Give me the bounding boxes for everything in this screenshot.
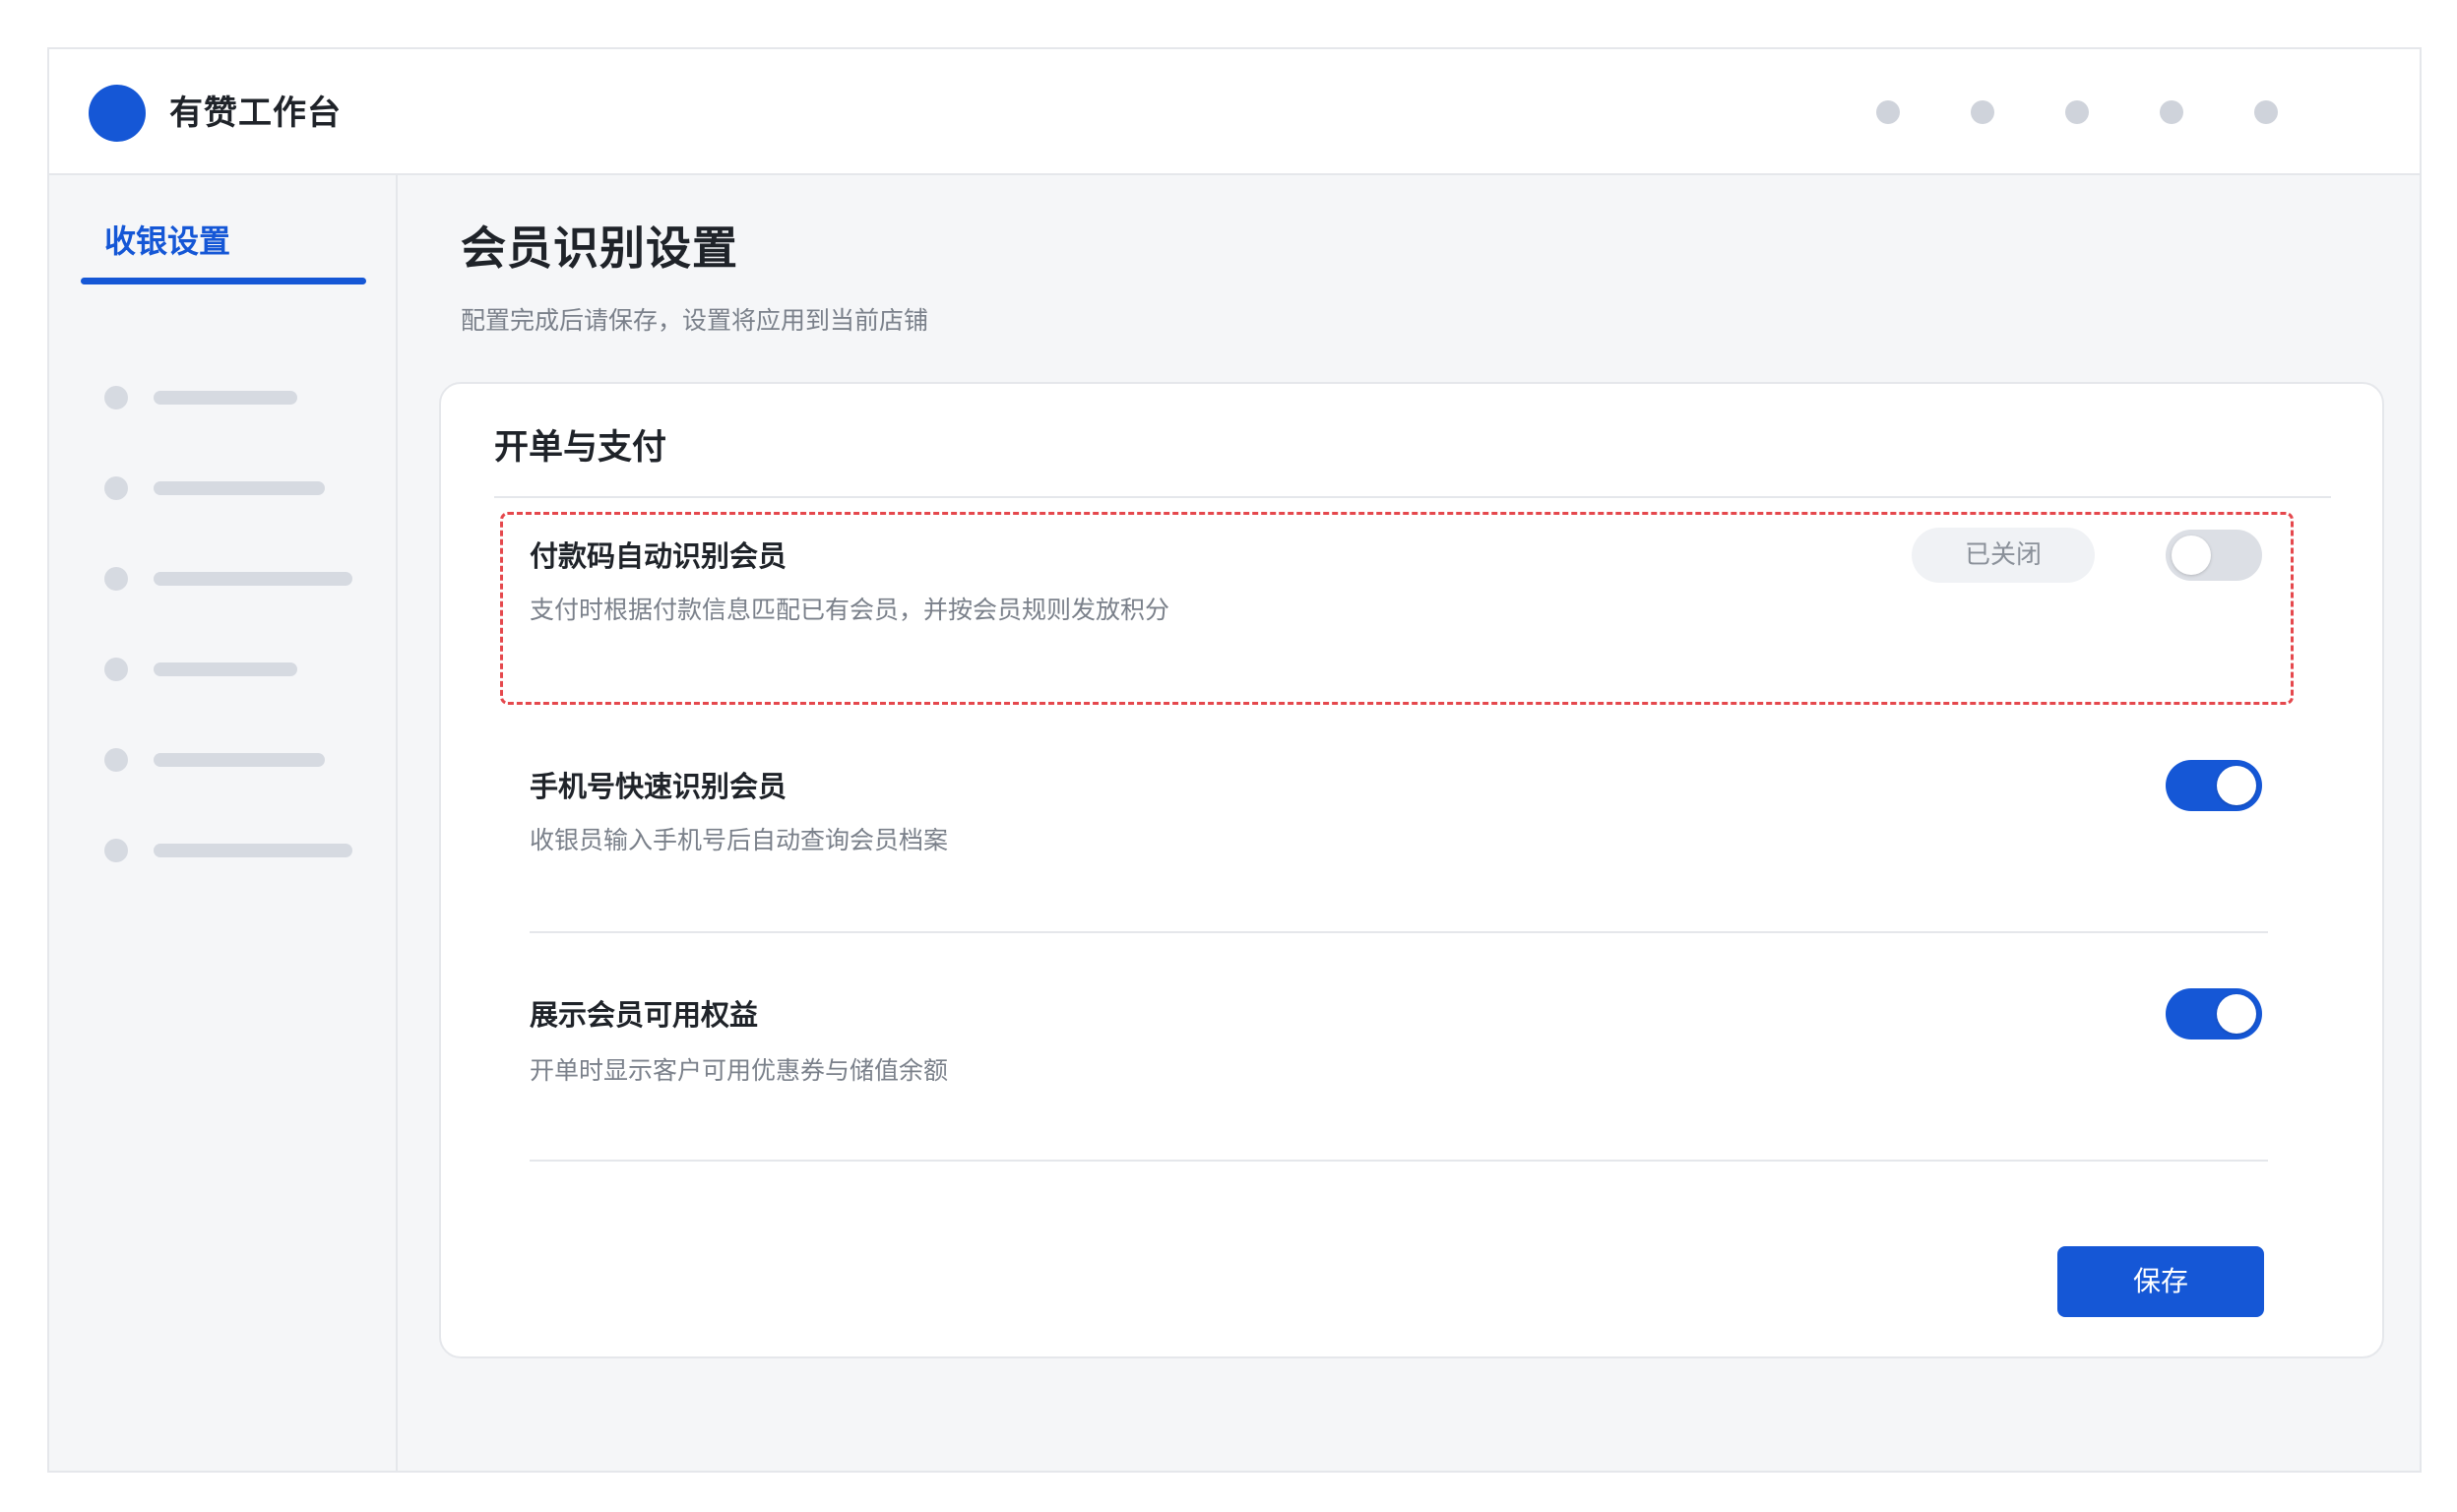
sidebar-placeholder-item[interactable]	[104, 567, 380, 591]
page-title: 会员识别设置	[461, 221, 738, 275]
status-badge: 已关闭	[1912, 528, 2095, 583]
sidebar-placeholder-bar	[154, 481, 325, 495]
divider	[530, 931, 2268, 933]
setting-title-member-benefits: 展示会员可用权益	[530, 998, 759, 1032]
toggle-knob	[2217, 766, 2256, 805]
sidebar-item-cashier-settings[interactable]: 收银设置	[104, 219, 230, 264]
header-dot-icon-5[interactable]	[2254, 100, 2278, 124]
divider	[494, 496, 2331, 498]
header-dot-icon-4[interactable]	[2160, 100, 2183, 124]
page-subtitle: 配置完成后请保存，设置将应用到当前店铺	[461, 306, 929, 335]
toggle-show-member-benefits[interactable]	[2166, 988, 2262, 1040]
header-dot-icon-1[interactable]	[1876, 100, 1900, 124]
sidebar-active-indicator	[81, 278, 366, 284]
sidebar-placeholder-bar	[154, 391, 297, 405]
toggle-knob	[2172, 536, 2211, 575]
sidebar-placeholder-bar	[154, 572, 352, 586]
logo-icon	[89, 85, 146, 142]
sidebar-placeholder-bar	[154, 662, 297, 676]
toggle-phone-recognition[interactable]	[2166, 760, 2262, 811]
sidebar-placeholder-item[interactable]	[104, 748, 380, 772]
sidebar-placeholder-item[interactable]	[104, 386, 380, 410]
sidebar-bullet-icon	[104, 658, 128, 681]
sidebar: 收银设置	[49, 175, 398, 1471]
setting-desc-member-benefits: 开单时显示客户可用优惠券与储值余额	[530, 1056, 949, 1085]
app-title: 有赞工作台	[169, 94, 342, 133]
card-title: 开单与支付	[494, 428, 667, 468]
divider	[530, 1160, 2268, 1162]
header-dot-icon-2[interactable]	[1971, 100, 1994, 124]
setting-title-phone-lookup: 手机号快速识别会员	[530, 770, 788, 803]
sidebar-bullet-icon	[104, 386, 128, 410]
sidebar-bullet-icon	[104, 567, 128, 591]
save-button[interactable]: 保存	[2057, 1246, 2264, 1317]
setting-desc-payment-code: 支付时根据付款信息匹配已有会员，并按会员规则发放积分	[530, 596, 1170, 624]
toggle-payment-code-recognition[interactable]	[2166, 530, 2262, 581]
sidebar-placeholder-item[interactable]	[104, 476, 380, 500]
sidebar-placeholder-item[interactable]	[104, 658, 380, 681]
app-window: 有赞工作台 收银设置 会员识别设置 配置完成后请保存，设置将应用到当前店铺 开单…	[47, 47, 2422, 1473]
settings-card: 开单与支付 付款码自动识别会员 支付时根据付款信息匹配已有会员，并按会员规则发放…	[439, 382, 2384, 1358]
sidebar-bullet-icon	[104, 476, 128, 500]
setting-desc-phone-lookup: 收银员输入手机号后自动查询会员档案	[530, 826, 949, 854]
sidebar-bullet-icon	[104, 748, 128, 772]
sidebar-placeholder-bar	[154, 844, 352, 857]
sidebar-bullet-icon	[104, 839, 128, 862]
sidebar-placeholder-bar	[154, 753, 325, 767]
header-dot-icon-3[interactable]	[2065, 100, 2089, 124]
setting-title-payment-code: 付款码自动识别会员	[530, 539, 788, 573]
top-header: 有赞工作台	[49, 49, 2420, 175]
toggle-knob	[2217, 994, 2256, 1034]
sidebar-placeholder-item[interactable]	[104, 839, 380, 862]
